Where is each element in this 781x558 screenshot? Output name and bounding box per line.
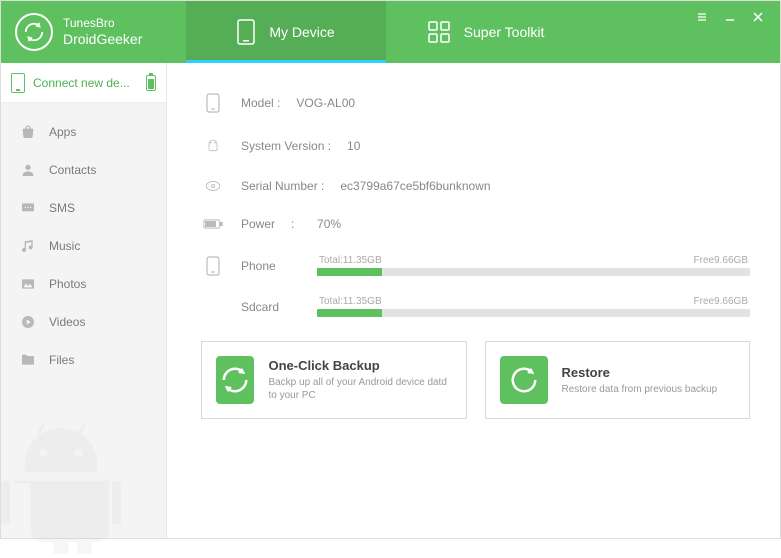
power-label: Power bbox=[241, 217, 275, 231]
serial-label: Serial Number bbox=[241, 179, 324, 193]
menu-button[interactable] bbox=[694, 9, 710, 25]
chip-icon bbox=[201, 179, 225, 193]
storage-phone-total: Total:11.35GB bbox=[319, 255, 382, 266]
one-click-backup-button[interactable]: One-Click Backup Backp up all of your An… bbox=[201, 341, 467, 419]
sidebar-label: Music bbox=[49, 239, 80, 253]
sidebar-item-files[interactable]: Files bbox=[1, 341, 166, 379]
restore-button[interactable]: Restore Restore data from previous backu… bbox=[485, 341, 751, 419]
phone-icon bbox=[11, 73, 25, 93]
chat-icon bbox=[19, 199, 37, 217]
power-value: 70% bbox=[317, 217, 341, 231]
storage-phone-name: Phone bbox=[241, 259, 301, 273]
sidebar-item-apps[interactable]: Apps bbox=[1, 113, 166, 151]
close-button[interactable] bbox=[750, 9, 766, 25]
sidebar-item-videos[interactable]: Videos bbox=[1, 303, 166, 341]
model-value: VOG-AL00 bbox=[296, 96, 355, 110]
storage-phone-free: Free9.66GB bbox=[694, 255, 748, 266]
sidebar-item-contacts[interactable]: Contacts bbox=[1, 151, 166, 189]
info-row-model: Model VOG-AL00 bbox=[201, 93, 750, 113]
sidebar-item-sms[interactable]: SMS bbox=[1, 189, 166, 227]
info-row-power: Power: 70% bbox=[201, 217, 750, 231]
storage-sdcard-free: Free9.66GB bbox=[694, 296, 748, 307]
storage-row-sdcard: Sdcard Total:11.35GB Free9.66GB bbox=[201, 296, 750, 317]
phone-icon bbox=[201, 256, 225, 276]
person-icon bbox=[19, 161, 37, 179]
sidebar-label: Apps bbox=[49, 125, 76, 139]
tab-my-device-label: My Device bbox=[269, 24, 334, 40]
brand: TunesBro DroidGeeker bbox=[1, 1, 186, 63]
android-icon bbox=[201, 137, 225, 155]
sidebar: Connect new de... Apps Contacts SMS Musi… bbox=[1, 63, 167, 538]
phone-icon bbox=[237, 19, 255, 45]
brand-line2: DroidGeeker bbox=[63, 31, 142, 48]
window-controls bbox=[694, 1, 780, 63]
battery-icon bbox=[146, 75, 156, 91]
main-content: Model VOG-AL00 System Version 10 Serial … bbox=[167, 63, 780, 538]
sidebar-item-photos[interactable]: Photos bbox=[1, 265, 166, 303]
sidebar-label: Photos bbox=[49, 277, 86, 291]
grid-icon bbox=[428, 21, 450, 43]
storage-sdcard-bar bbox=[317, 309, 750, 317]
music-icon bbox=[19, 237, 37, 255]
phone-icon bbox=[201, 93, 225, 113]
tab-super-toolkit-label: Super Toolkit bbox=[464, 24, 545, 40]
restore-title: Restore bbox=[562, 365, 718, 380]
bag-icon bbox=[19, 123, 37, 141]
image-icon bbox=[19, 275, 37, 293]
play-icon bbox=[19, 313, 37, 331]
app-header: TunesBro DroidGeeker My Device Super Too… bbox=[1, 1, 780, 63]
sidebar-item-music[interactable]: Music bbox=[1, 227, 166, 265]
storage-phone-bar bbox=[317, 268, 750, 276]
minimize-button[interactable] bbox=[722, 9, 738, 25]
sidebar-label: SMS bbox=[49, 201, 75, 215]
connected-device-label: Connect new de... bbox=[33, 76, 138, 90]
folder-icon bbox=[19, 351, 37, 369]
serial-value: ec3799a67ce5bf6bunknown bbox=[340, 179, 490, 193]
info-row-system: System Version 10 bbox=[201, 137, 750, 155]
storage-row-phone: Phone Total:11.35GB Free9.66GB bbox=[201, 255, 750, 276]
android-watermark-icon bbox=[0, 418, 131, 558]
storage-sdcard-name: Sdcard bbox=[241, 300, 301, 314]
sidebar-label: Files bbox=[49, 353, 74, 367]
restore-icon bbox=[500, 356, 548, 404]
brand-line1: TunesBro bbox=[63, 16, 142, 30]
brand-logo-icon bbox=[15, 13, 53, 51]
battery-icon bbox=[201, 218, 225, 230]
backup-desc: Backp up all of your Android device datd… bbox=[268, 376, 451, 402]
tab-my-device[interactable]: My Device bbox=[186, 1, 386, 63]
system-value: 10 bbox=[347, 139, 360, 153]
connected-device-row[interactable]: Connect new de... bbox=[1, 63, 166, 103]
backup-icon bbox=[216, 356, 254, 404]
system-label: System Version bbox=[241, 139, 331, 153]
sidebar-label: Contacts bbox=[49, 163, 96, 177]
info-row-serial: Serial Number ec3799a67ce5bf6bunknown bbox=[201, 179, 750, 193]
restore-desc: Restore data from previous backup bbox=[562, 383, 718, 396]
model-label: Model bbox=[241, 96, 280, 110]
backup-title: One-Click Backup bbox=[268, 358, 451, 373]
sidebar-label: Videos bbox=[49, 315, 85, 329]
tab-super-toolkit[interactable]: Super Toolkit bbox=[386, 1, 586, 63]
storage-sdcard-total: Total:11.35GB bbox=[319, 296, 382, 307]
